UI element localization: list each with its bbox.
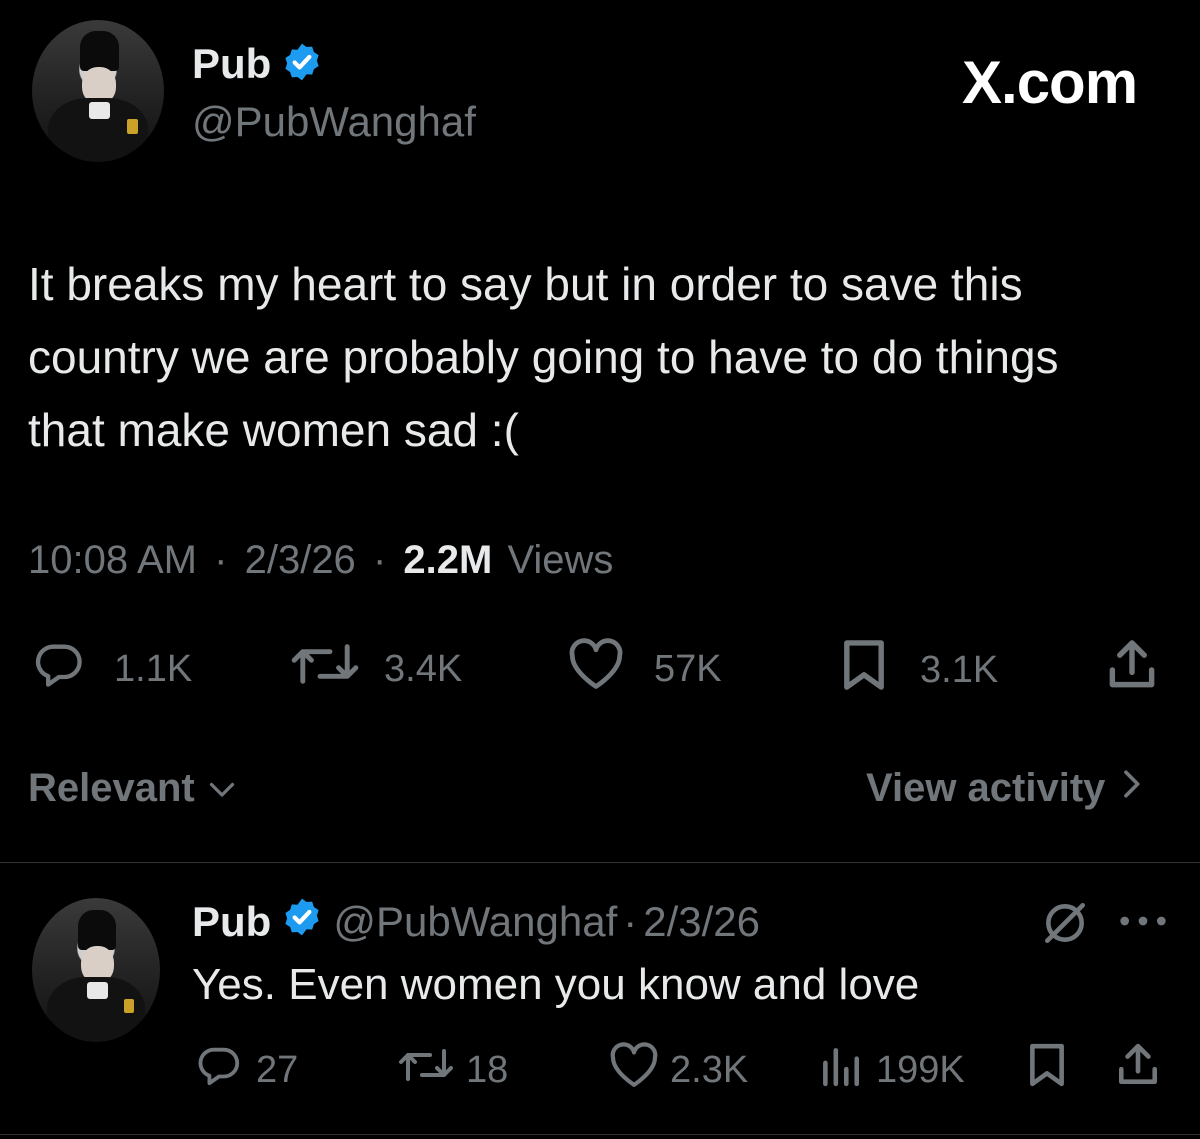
views-count[interactable]: 2.2M xyxy=(403,538,492,582)
sort-dropdown[interactable]: Relevant xyxy=(28,766,237,811)
like-count: 57K xyxy=(654,647,722,690)
bookmark-count: 3.1K xyxy=(920,648,999,691)
x-watermark: X.com xyxy=(962,49,1138,116)
reply-reply-count: 27 xyxy=(256,1048,299,1091)
reply-repost-count: 18 xyxy=(466,1048,509,1091)
view-activity-label: View activity xyxy=(866,766,1106,810)
avatar-badge xyxy=(127,119,138,134)
author-display-name[interactable]: Pub xyxy=(192,40,271,88)
reply-like-action[interactable]: 2.3K xyxy=(608,1042,748,1098)
views-label: Views xyxy=(507,538,614,582)
verified-badge-icon xyxy=(281,41,323,88)
reply-action[interactable]: 1.1K xyxy=(30,638,192,700)
avatar-hat xyxy=(79,31,120,72)
repost-icon xyxy=(396,1042,456,1098)
reply-icon xyxy=(194,1042,244,1098)
reply-share-icon[interactable] xyxy=(1114,1042,1162,1093)
reply-reply-action[interactable]: 27 xyxy=(194,1042,298,1098)
reply-views-count: 199K xyxy=(876,1048,965,1091)
avatar-hat xyxy=(78,909,117,950)
heart-icon xyxy=(566,638,626,700)
like-action[interactable]: 57K xyxy=(566,638,722,700)
heart-icon xyxy=(608,1042,660,1098)
author-avatar[interactable] xyxy=(32,20,164,162)
bookmark-action[interactable]: 3.1K xyxy=(836,638,998,702)
verified-badge-icon xyxy=(281,896,323,948)
author-name-row[interactable]: Pub xyxy=(192,38,323,90)
reply-separator: · xyxy=(623,898,638,945)
reply-count: 1.1K xyxy=(114,647,193,690)
avatar-collar xyxy=(87,981,108,999)
meta-separator-2: · xyxy=(372,538,387,582)
author-handle[interactable]: @PubWanghaf xyxy=(192,98,476,146)
share-icon[interactable] xyxy=(1104,638,1160,697)
grok-icon[interactable] xyxy=(1040,898,1090,953)
reply-author-avatar[interactable] xyxy=(32,898,160,1042)
chevron-down-icon xyxy=(207,766,237,811)
reply-bookmark-icon[interactable] xyxy=(1024,1042,1070,1093)
repost-icon xyxy=(288,638,362,700)
tweet-meta: 10:08 AM · 2/3/26 · 2.2M Views xyxy=(28,538,613,583)
repost-count: 3.4K xyxy=(384,647,463,690)
reply-header: Pub @PubWanghaf · 2/3/26 xyxy=(192,894,760,950)
meta-separator: · xyxy=(214,538,228,582)
tweet-text: It breaks my heart to say but in order t… xyxy=(28,258,1059,456)
reply-date[interactable]: 2/3/26 xyxy=(643,898,760,946)
tweet-date[interactable]: 2/3/26 xyxy=(245,538,356,582)
reply-repost-action[interactable]: 18 xyxy=(396,1042,508,1098)
bottom-divider xyxy=(0,1134,1200,1135)
reply-display-name[interactable]: Pub xyxy=(192,898,271,946)
avatar-collar xyxy=(88,102,110,120)
view-activity-link[interactable]: View activity xyxy=(866,766,1141,811)
reply-like-count: 2.3K xyxy=(670,1048,749,1091)
reply-handle[interactable]: @PubWanghaf xyxy=(333,898,617,946)
sort-label: Relevant xyxy=(28,766,195,810)
tweet-time[interactable]: 10:08 AM xyxy=(28,538,197,582)
reply-views-action[interactable]: 199K xyxy=(818,1042,965,1098)
repost-action[interactable]: 3.4K xyxy=(288,638,462,700)
chevron-right-icon xyxy=(1121,766,1141,811)
section-divider xyxy=(0,862,1200,863)
reply-icon xyxy=(30,638,88,700)
bookmark-icon xyxy=(836,638,892,702)
views-chart-icon xyxy=(818,1042,862,1098)
avatar-badge xyxy=(124,998,135,1014)
reply-text: Yes. Even women you know and love xyxy=(192,960,920,1009)
more-options-icon[interactable] xyxy=(1118,906,1168,941)
